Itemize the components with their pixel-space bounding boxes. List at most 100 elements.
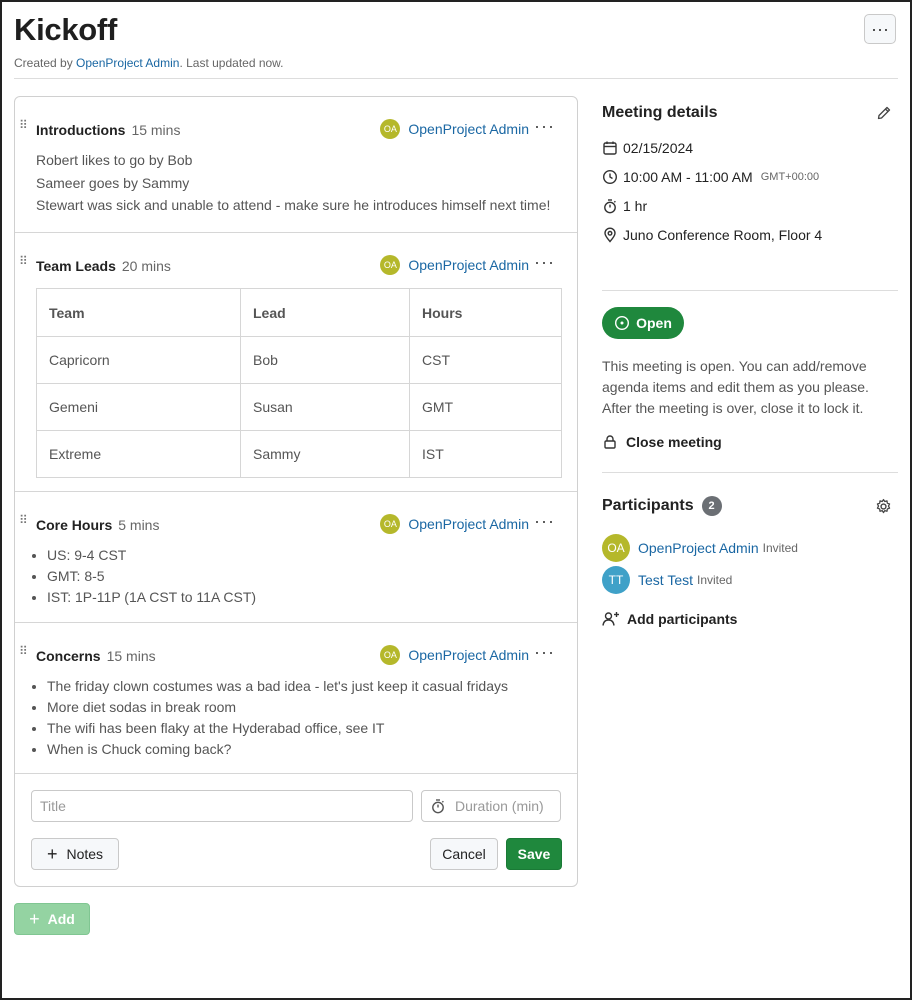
agenda-item-core-hours: ⠿ Core Hours 5 mins OA OpenProject Admin … [15, 492, 577, 623]
duration-input[interactable]: Duration (min) [421, 790, 561, 822]
agenda-item-title: Concerns [36, 648, 101, 664]
add-participants-button[interactable]: Add participants [602, 611, 737, 627]
owner-link[interactable]: OpenProject Admin [408, 121, 529, 137]
owner-link[interactable]: OpenProject Admin [408, 647, 529, 663]
avatar: OA [380, 514, 401, 534]
issue-opened-icon [615, 315, 630, 331]
close-meeting-button[interactable]: Close meeting [602, 434, 722, 450]
add-participants-label: Add participants [627, 611, 738, 627]
table-cell: CST [409, 336, 562, 384]
avatar: OA [602, 534, 630, 562]
meeting-time-text: 10:00 AM - 11:00 AM [623, 169, 753, 185]
participant-status: Invited [697, 573, 733, 587]
owner-link[interactable]: OpenProject Admin [408, 516, 529, 532]
table-row: Gemeni Susan GMT [36, 383, 562, 431]
page-title: Kickoff [14, 12, 117, 47]
table-header-cell: Hours [409, 288, 562, 337]
status-description: This meeting is open. You can add/remove… [602, 358, 869, 416]
agenda-item-duration: 20 mins [121, 258, 171, 274]
add-button-label: Add [47, 911, 75, 927]
meeting-status-open-button[interactable]: Open [602, 307, 684, 339]
person-add-icon [602, 612, 619, 626]
meeting-duration-text: 1 hr [623, 198, 648, 214]
kebab-horizontal-icon[interactable]: ··· [534, 511, 555, 532]
page-header: Kickoff Created by OpenProject Admin. La… [14, 12, 898, 70]
created-by-prefix: Created by [14, 56, 73, 70]
table-header-row: Team Lead Hours [36, 288, 562, 337]
avatar: OA [380, 119, 401, 139]
list-item: The wifi has been flaky at the Hyderabad… [47, 718, 561, 739]
drag-handle-icon[interactable]: ⠿ [19, 255, 29, 272]
table-row: Extreme Sammy IST [36, 430, 562, 478]
add-agenda-item-button[interactable]: + Add [14, 903, 90, 935]
drag-handle-icon[interactable]: ⠿ [19, 645, 29, 662]
kebab-horizontal-icon[interactable]: ··· [534, 252, 555, 273]
agenda-item-duration: 5 mins [118, 517, 160, 533]
agenda-item-introductions: ⠿ Introductions 15 mins OA OpenProject Ad… [15, 97, 577, 233]
gear-icon[interactable] [875, 498, 892, 515]
drag-handle-icon[interactable]: ⠿ [19, 119, 29, 136]
title-input[interactable]: Title [31, 790, 413, 822]
table-row: Capricorn Bob CST [36, 336, 562, 384]
list-item: When is Chuck coming back? [47, 739, 561, 760]
calendar-icon [603, 141, 617, 155]
agenda-item-owner: OA OpenProject Admin [380, 514, 529, 534]
team-leads-table: Team Lead Hours Capricorn Bob CST Gemeni… [36, 288, 562, 478]
agenda-item-title: Team Leads [36, 258, 116, 274]
add-notes-button[interactable]: + Notes [31, 838, 119, 870]
meeting-date-text: 02/15/2024 [623, 140, 694, 156]
agenda-item-team-leads: ⠿ Team Leads 20 mins OA OpenProject Admin… [15, 233, 577, 492]
sidebar-divider [602, 290, 898, 291]
agenda-item-duration: 15 mins [131, 122, 181, 138]
note-line: Robert likes to go by Bob [36, 152, 193, 168]
cancel-button-label: Cancel [442, 846, 486, 862]
participant-name-link[interactable]: Test Test [638, 572, 693, 588]
agenda-item-notes: Robert likes to go by Bob Sameer goes by… [36, 152, 561, 220]
meeting-location: Juno Conference Room, Floor 4 [602, 227, 822, 243]
participant-item: TT Test Test Invited [602, 566, 732, 594]
meeting-details-heading: Meeting details [602, 104, 718, 121]
avatar: TT [602, 566, 630, 594]
clock-icon [602, 169, 618, 185]
status-label: Open [636, 315, 672, 331]
participant-name-link[interactable]: OpenProject Admin [638, 540, 759, 556]
kebab-horizontal-icon[interactable]: ··· [534, 642, 555, 663]
list-item: More diet sodas in break room [47, 697, 561, 718]
owner-link[interactable]: OpenProject Admin [408, 257, 529, 273]
updated-text: . Last updated now. [179, 56, 284, 70]
stopwatch-icon [604, 199, 616, 214]
note-line: Sameer goes by Sammy [36, 174, 190, 191]
agenda-item-owner: OA OpenProject Admin [380, 645, 529, 665]
location-pin-icon [604, 227, 616, 243]
duration-placeholder: Duration (min) [455, 798, 544, 814]
pencil-icon[interactable] [876, 105, 892, 121]
new-agenda-item-form: Title Duration (min) + Notes Cancel Save [15, 774, 577, 886]
kebab-horizontal-icon[interactable]: ··· [534, 116, 555, 137]
participant-item: OA OpenProject Admin Invited [602, 534, 798, 562]
header-divider [14, 78, 898, 79]
avatar: OA [380, 255, 401, 275]
note-line: Stewart was sick and unable to attend - … [36, 197, 551, 213]
lock-icon [604, 435, 616, 449]
agenda-item-notes: The friday clown costumes was a bad idea… [15, 676, 561, 760]
table-cell: Gemeni [36, 383, 241, 431]
table-cell: Capricorn [36, 336, 241, 384]
meeting-duration: 1 hr [602, 198, 647, 214]
table-cell: Susan [240, 383, 410, 431]
save-button-label: Save [517, 846, 551, 862]
agenda-item-title: Introductions [36, 122, 126, 138]
bullet-list: The friday clown costumes was a bad idea… [15, 676, 561, 760]
list-item: GMT: 8-5 [47, 566, 561, 587]
more-actions-button[interactable]: ··· [864, 14, 896, 44]
stopwatch-icon [432, 799, 444, 814]
meeting-date: 02/15/2024 [602, 140, 693, 156]
page-subtitle: Created by OpenProject Admin. Last updat… [14, 56, 898, 70]
save-button[interactable]: Save [506, 838, 562, 870]
avatar: OA [380, 645, 401, 665]
list-item: IST: 1P-11P (1A CST to 11A CST) [47, 587, 561, 608]
participants-count-badge: 2 [701, 496, 722, 516]
participants-heading-text: Participants [602, 497, 694, 514]
drag-handle-icon[interactable]: ⠿ [19, 514, 29, 531]
cancel-button[interactable]: Cancel [430, 838, 498, 870]
created-by-user-link[interactable]: OpenProject Admin [76, 56, 179, 70]
